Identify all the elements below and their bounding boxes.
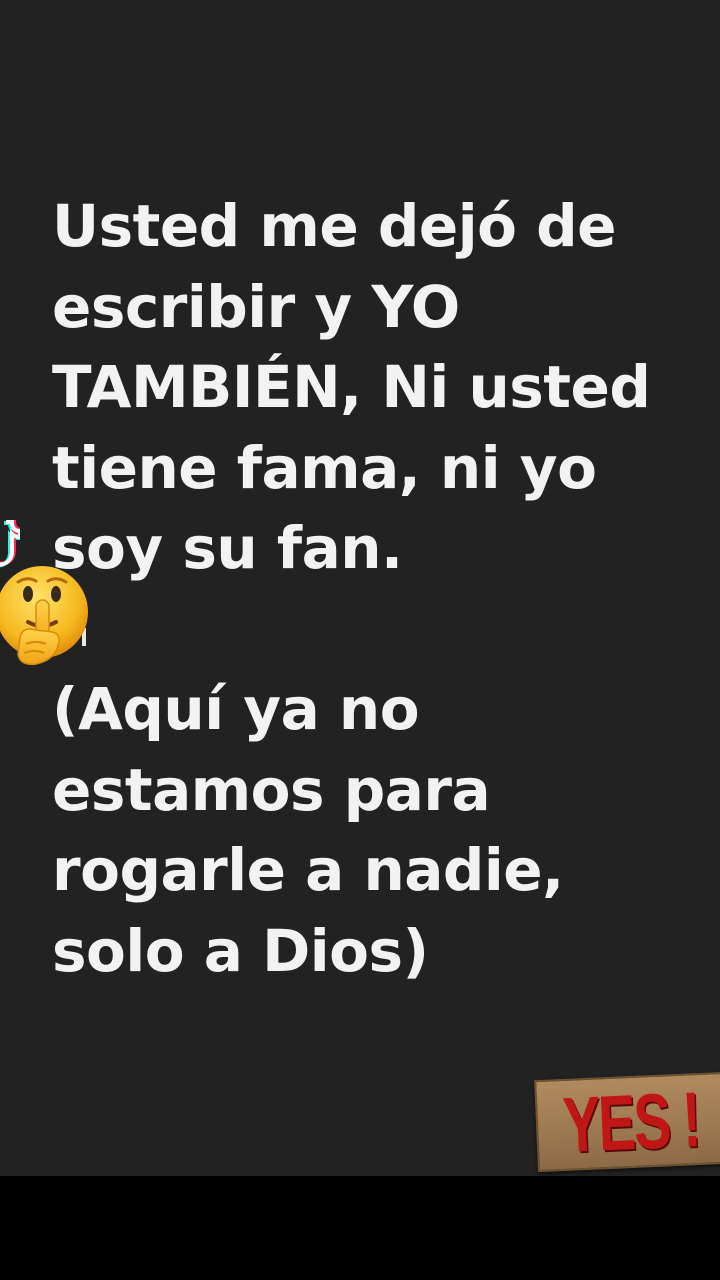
aside-line-2: estamos para [52, 755, 491, 824]
message-line-3: TAMBIÉN, Ni usted [52, 353, 651, 421]
message-line-1: Usted me dejó de [52, 192, 617, 260]
aside-line-4: solo a Dios) [52, 916, 429, 985]
yes-sticker-label: YES ! [561, 1075, 701, 1169]
message-text: Usted me dejó de escribir y YO TAMBIÉN, … [52, 186, 712, 991]
shushing-face-icon [0, 566, 88, 666]
aside-line-3: rogarle a nadie, [52, 836, 564, 904]
message-line-4: tiene fama, ni yo [52, 433, 597, 502]
text-post-canvas: Usted me dejó de escribir y YO TAMBIÉN, … [0, 0, 720, 1176]
aside-line-1: (Aquí ya no [52, 675, 420, 743]
yes-sticker: YES ! [534, 1071, 720, 1173]
video-frame: Usted me dejó de escribir y YO TAMBIÉN, … [0, 0, 720, 1280]
bottom-black-bar [0, 1176, 720, 1280]
message-line-5: soy su fan. [52, 514, 403, 582]
message-line-2: escribir y YO [52, 272, 460, 341]
